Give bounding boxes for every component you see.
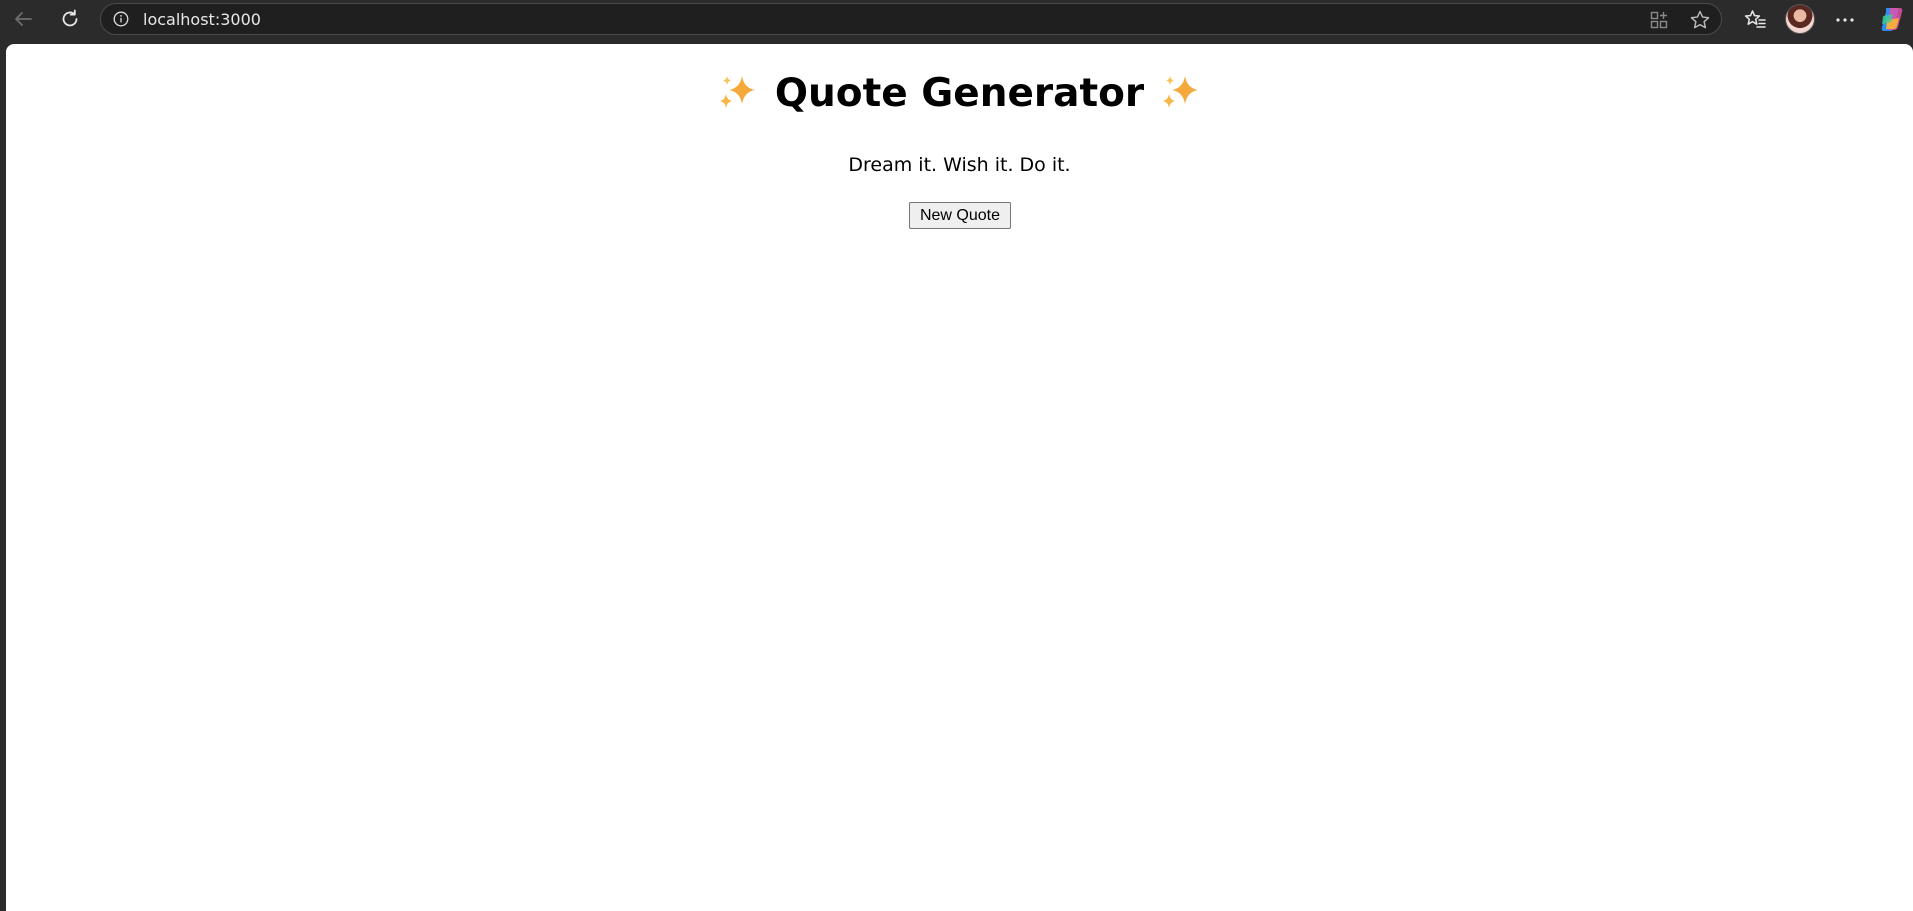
info-icon[interactable] — [113, 11, 129, 27]
page-content: Quote Generator Dream it. Wish it. Do it… — [6, 44, 1913, 911]
page-title-text: Quote Generator — [774, 71, 1145, 116]
quote-text: Dream it. Wish it. Do it. — [848, 154, 1071, 176]
address-bar[interactable]: localhost:3000 — [100, 3, 1722, 35]
new-quote-button[interactable]: New Quote — [909, 202, 1011, 229]
app-available-icon — [1650, 11, 1668, 29]
back-button[interactable] — [8, 4, 38, 34]
reload-icon — [62, 9, 78, 27]
favorites-button[interactable] — [1740, 5, 1770, 35]
url-text[interactable]: localhost:3000 — [143, 10, 261, 30]
copilot-icon[interactable] — [1877, 4, 1907, 34]
more-dots-icon — [1836, 18, 1854, 22]
favorite-button[interactable] — [1689, 9, 1711, 31]
more-button[interactable] — [1830, 5, 1860, 35]
star-icon — [1690, 10, 1710, 29]
favorites-list-icon — [1744, 10, 1766, 28]
reload-button[interactable] — [55, 4, 85, 34]
sparkles-icon — [720, 76, 756, 108]
browser-toolbar: localhost:3000 — [0, 0, 1913, 42]
page-title: Quote Generator — [6, 72, 1913, 116]
back-arrow-icon — [15, 12, 32, 26]
avatar[interactable] — [1785, 4, 1815, 34]
sparkles-icon — [1162, 76, 1198, 108]
app-available-button[interactable] — [1648, 9, 1670, 31]
